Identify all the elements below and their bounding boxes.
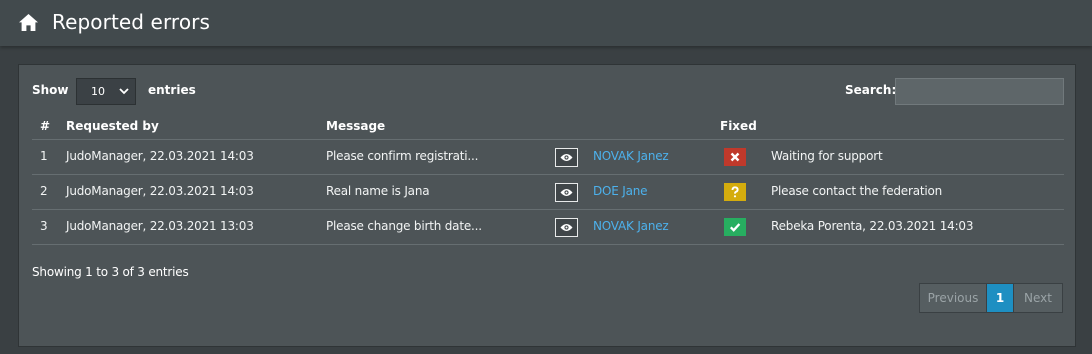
header-requested-by[interactable]: Requested by [66,119,159,133]
check-icon [729,223,741,232]
page-1-button[interactable]: 1 [986,283,1014,313]
view-message-button[interactable] [555,183,578,202]
eye-icon [560,154,573,161]
table-row: 3 JudoManager, 22.03.2021 13:03 Please c… [32,210,1064,245]
header-message[interactable]: Message [326,119,385,133]
previous-page-button[interactable]: Previous [919,283,987,313]
row-message: Please change birth date... [326,219,482,233]
errors-panel: Show 10 entries Search: # Requested by M… [18,64,1076,347]
row-message: Please confirm registrati... [326,149,479,163]
row-status: Waiting for support [771,149,883,163]
search-label: Search: [845,83,897,97]
row-requested-by: JudoManager, 22.03.2021 13:03 [66,219,254,233]
row-user-link[interactable]: NOVAK Janez [593,149,669,163]
question-icon [731,186,739,198]
row-status: Rebeka Porenta, 22.03.2021 14:03 [771,219,974,233]
page-title: Reported errors [52,10,210,34]
top-bar: Reported errors [0,0,1092,46]
row-message: Real name is Jana [326,184,430,198]
table-header: # Requested by Message Fixed [32,119,1064,140]
entries-label: entries [148,83,196,97]
header-fixed[interactable]: Fixed [720,119,757,133]
home-icon[interactable] [19,14,38,31]
header-num[interactable]: # [40,119,50,133]
row-requested-by: JudoManager, 22.03.2021 14:03 [66,184,254,198]
table-info: Showing 1 to 3 of 3 entries [32,265,189,279]
page-length-value: 10 [91,85,105,98]
row-user-link[interactable]: DOE Jane [593,184,648,198]
page-length-select[interactable]: 10 [76,78,136,105]
status-badge[interactable] [724,148,746,166]
errors-table: # Requested by Message Fixed 1 JudoManag… [32,119,1064,245]
row-user-link[interactable]: NOVAK Janez [593,219,669,233]
table-row: 2 JudoManager, 22.03.2021 14:03 Real nam… [32,175,1064,210]
row-number: 3 [40,219,48,233]
eye-icon [560,224,573,231]
row-status: Please contact the federation [771,184,943,198]
row-number: 2 [40,184,48,198]
close-icon [730,152,740,162]
search-input[interactable] [895,78,1064,105]
row-number: 1 [40,149,48,163]
status-badge[interactable] [724,183,746,201]
pagination: Previous 1 Next [919,283,1064,313]
status-badge[interactable] [724,218,746,236]
chevron-down-icon [119,88,129,95]
view-message-button[interactable] [555,148,578,167]
table-row: 1 JudoManager, 22.03.2021 14:03 Please c… [32,140,1064,175]
view-message-button[interactable] [555,218,578,237]
show-label: Show [32,83,69,97]
row-requested-by: JudoManager, 22.03.2021 14:03 [66,149,254,163]
next-page-button[interactable]: Next [1013,283,1063,313]
eye-icon [560,189,573,196]
